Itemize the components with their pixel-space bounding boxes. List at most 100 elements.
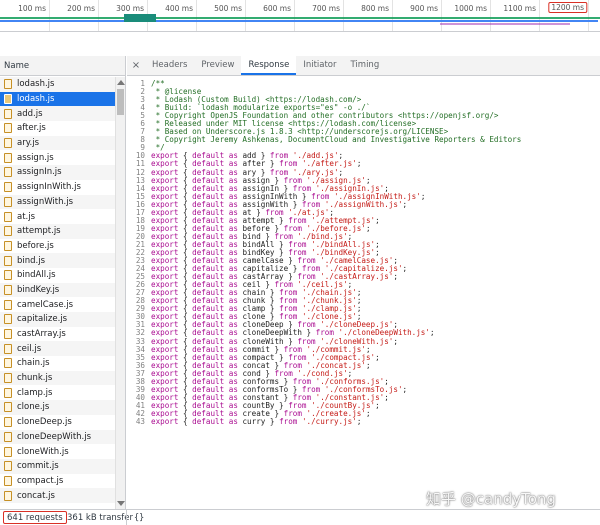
request-row[interactable]: ary.js — [0, 135, 115, 151]
request-row[interactable]: bindAll.js — [0, 268, 115, 283]
timeline-gridline — [343, 0, 344, 31]
scroll-up-arrow-icon[interactable] — [117, 80, 125, 85]
tab-headers[interactable]: Headers — [145, 56, 194, 75]
script-file-icon — [4, 299, 12, 310]
request-row[interactable]: assign.js — [0, 150, 115, 165]
timeline-gridline — [490, 0, 491, 31]
script-file-icon — [4, 284, 12, 295]
request-name: clamp.js — [17, 387, 53, 398]
request-row[interactable]: after.js — [0, 121, 115, 136]
timeline-tick-label: 1100 ms — [503, 4, 536, 13]
request-name: chunk.js — [17, 373, 53, 384]
timeline-tick-label: 400 ms — [165, 4, 193, 13]
line-number: 1 — [140, 79, 145, 88]
request-name: castArray.js — [17, 329, 66, 340]
script-file-icon — [4, 417, 12, 428]
script-file-icon — [4, 152, 12, 163]
name-column-header[interactable]: Name — [0, 56, 125, 76]
script-file-icon — [4, 79, 12, 90]
timeline-gridline — [98, 0, 99, 31]
request-row[interactable]: capitalize.js — [0, 312, 115, 327]
request-name: assign.js — [17, 152, 54, 163]
request-name: assignIn.js — [17, 167, 62, 178]
request-name: after.js — [17, 123, 46, 134]
request-name: bindAll.js — [17, 270, 56, 281]
request-row[interactable]: before.js — [0, 239, 115, 254]
scroll-down-arrow-icon[interactable] — [117, 501, 125, 506]
script-file-icon — [4, 373, 12, 384]
timeline-selected-range[interactable] — [124, 14, 156, 22]
scrollbar-thumb[interactable] — [117, 89, 124, 115]
request-row[interactable]: cloneWith.js — [0, 444, 115, 459]
line-number: 6 — [140, 119, 145, 129]
response-source-viewer[interactable]: 1/** 2 * @license 3 * Lodash (Custom Build… — [127, 77, 600, 509]
request-row[interactable]: chunk.js — [0, 370, 115, 386]
tab-preview[interactable]: Preview — [194, 56, 241, 75]
requests-count: 641 requests — [3, 511, 67, 524]
timeline-tick-label: 600 ms — [263, 4, 291, 13]
script-file-icon — [4, 108, 12, 119]
request-name: bind.js — [17, 255, 46, 266]
request-row[interactable]: assignInWith.js — [0, 180, 115, 195]
line-number: 7 — [140, 127, 145, 137]
request-row[interactable]: add.js — [0, 106, 115, 122]
request-row[interactable]: lodash.js — [0, 91, 115, 107]
request-row[interactable]: compact.js — [0, 474, 115, 489]
code-text: export { default as curry } from './curr… — [151, 416, 362, 426]
network-status-bar: 641 requests 361 kB transfer {} — [0, 509, 600, 525]
request-name: attempt.js — [17, 226, 61, 237]
timeline-tick-label: 1000 ms — [454, 4, 487, 13]
code-text: * Copyright Jeremy Ashkenas, DocumentClo… — [151, 135, 522, 145]
line-number: 4 — [140, 103, 145, 113]
request-row[interactable]: bindKey.js — [0, 282, 115, 298]
timeline-gridline — [539, 0, 540, 31]
request-list-scrollbar[interactable] — [115, 77, 125, 509]
script-file-icon — [4, 167, 12, 178]
request-row[interactable]: assignIn.js — [0, 165, 115, 180]
request-row[interactable]: chain.js — [0, 356, 115, 371]
timeline-tick-label: 1200 ms — [548, 2, 587, 13]
line-number: 2 — [140, 87, 145, 97]
network-timeline-overview[interactable]: 100 ms 200 ms 300 ms 400 ms 500 ms 600 ms 700 … — [0, 0, 600, 32]
request-name: camelCase.js — [17, 299, 74, 310]
timeline-tick-label: 900 ms — [410, 4, 438, 13]
timeline-gridline — [196, 0, 197, 31]
request-row[interactable]: at.js — [0, 209, 115, 224]
request-row[interactable]: commit.js — [0, 458, 115, 474]
script-file-icon — [4, 94, 12, 105]
line-number: 3 — [140, 95, 145, 105]
request-name: ary.js — [17, 138, 40, 149]
script-file-icon — [4, 402, 12, 413]
request-name: before.js — [17, 240, 54, 251]
request-row[interactable]: castArray.js — [0, 327, 115, 342]
close-icon[interactable]: × — [127, 56, 145, 75]
request-row[interactable]: attempt.js — [0, 223, 115, 239]
waterfall-purple-bar — [440, 23, 570, 25]
request-row[interactable]: clamp.js — [0, 385, 115, 400]
code-line: 43 export { default as curry } from './cu… — [127, 416, 600, 426]
waterfall-blue-bar — [0, 20, 598, 22]
timeline-tick-label: 100 ms — [18, 4, 46, 13]
script-file-icon — [4, 138, 12, 149]
tab-timing[interactable]: Timing — [344, 56, 387, 75]
request-name: lodash.js — [17, 79, 55, 90]
request-name: concat.js — [17, 490, 55, 501]
timeline-gridline — [245, 0, 246, 31]
request-row[interactable]: cloneDeep.js — [0, 415, 115, 430]
request-row[interactable]: ceil.js — [0, 341, 115, 357]
request-name: ceil.js — [17, 343, 42, 354]
request-row[interactable]: camelCase.js — [0, 297, 115, 312]
pretty-print-button[interactable]: {} — [134, 513, 144, 523]
request-row[interactable]: cloneDeepWith.js — [0, 429, 115, 445]
line-number: 43 — [135, 416, 145, 426]
request-row[interactable]: assignWith.js — [0, 194, 115, 210]
tab-response[interactable]: Response — [241, 56, 297, 75]
script-file-icon — [4, 490, 12, 501]
request-name: compact.js — [17, 475, 64, 486]
request-row[interactable]: clone.js — [0, 400, 115, 415]
request-row[interactable]: lodash.js — [0, 77, 115, 92]
zhihu-watermark: 知乎 @candyTong — [426, 490, 556, 508]
request-row[interactable]: bind.js — [0, 253, 115, 268]
tab-initiator[interactable]: Initiator — [296, 56, 343, 75]
request-row[interactable]: concat.js — [0, 488, 115, 503]
